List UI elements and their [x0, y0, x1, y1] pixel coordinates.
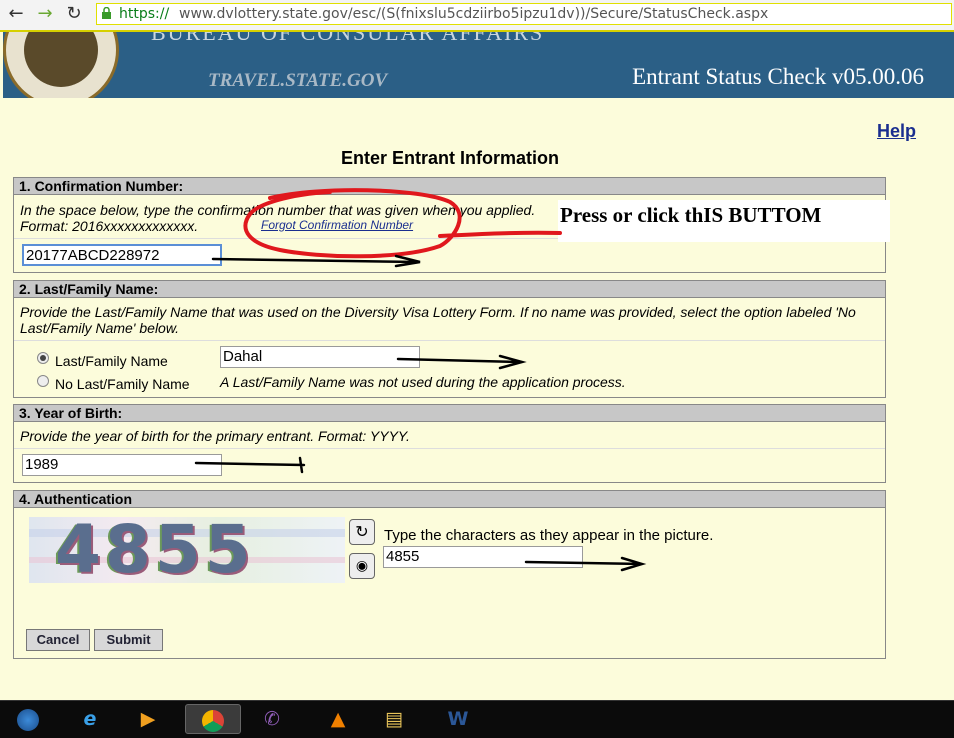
refresh-icon: ↻ [355, 522, 369, 541]
confirmation-number-input[interactable]: 20177ABCD228972 [22, 244, 222, 266]
windows-start-icon[interactable] [8, 704, 48, 734]
audio-icon: ◉ [355, 558, 369, 574]
refresh-captcha-button[interactable]: ↻ [349, 519, 375, 545]
forward-arrow-icon[interactable]: → [35, 4, 55, 24]
file-explorer-icon[interactable]: ▤ [374, 704, 414, 734]
bureau-title: BUREAU OF CONSULAR AFFAIRS [151, 32, 545, 45]
travel-state-gov-logo[interactable]: TRAVEL.STATE.GOV [208, 70, 387, 92]
section-header: 4. Authentication [14, 491, 885, 508]
url-scheme: https:// [119, 6, 170, 22]
back-arrow-icon[interactable]: ← [6, 4, 26, 24]
forgot-confirmation-link[interactable]: Forgot Confirmation Number [261, 218, 413, 232]
year-of-birth-input[interactable]: 1989 [22, 454, 222, 476]
site-banner: BUREAU OF CONSULAR AFFAIRS TRAVEL.STATE.… [3, 32, 954, 98]
internet-explorer-icon[interactable]: e [70, 704, 110, 734]
lock-icon [102, 7, 111, 19]
instruction-text: In the space below, type the confirmatio… [20, 202, 536, 218]
help-link[interactable]: Help [877, 121, 916, 142]
instruction-text: Provide the year of birth for the primar… [20, 428, 410, 444]
last-name-radio-label[interactable]: Last/Family Name [55, 353, 168, 369]
year-of-birth-section: 3. Year of Birth: Provide the year of bi… [13, 404, 886, 483]
captcha-image: 4855 [29, 517, 345, 583]
no-last-name-note: A Last/Family Name was not used during t… [220, 374, 626, 390]
word-icon[interactable]: W [438, 704, 478, 734]
submit-button[interactable]: Submit [94, 629, 163, 651]
browser-toolbar: ← → ↻ https:// www.dvlottery.state.gov/e… [0, 0, 954, 32]
app-title: Entrant Status Check v05.00.06 [632, 64, 924, 89]
windows-taskbar: e ▶ ✆ ▲ ▤ W [0, 700, 954, 738]
last-name-section: 2. Last/Family Name: Provide the Last/Fa… [13, 280, 886, 398]
viber-icon[interactable]: ✆ [252, 704, 292, 734]
instruction-text: Provide the Last/Family Name that was us… [20, 304, 856, 320]
vlc-icon[interactable]: ▲ [318, 704, 358, 734]
address-bar[interactable]: https:// www.dvlottery.state.gov/esc/(S(… [96, 3, 952, 25]
captcha-input[interactable]: 4855 [383, 546, 583, 568]
format-text: Format: 2016xxxxxxxxxxxxx. [20, 218, 199, 234]
annotation-note: Press or click thIS BUTTOM [558, 200, 890, 242]
captcha-text: 4855 [55, 517, 255, 583]
instruction-text-continued: Last/Family Name' below. [20, 320, 180, 336]
audio-captcha-button[interactable]: ◉ [349, 553, 375, 579]
captcha-prompt: Type the characters as they appear in th… [384, 527, 714, 544]
section-header: 1. Confirmation Number: [14, 178, 885, 195]
no-last-name-radio[interactable] [37, 375, 49, 387]
last-name-input[interactable]: Dahal [220, 346, 420, 368]
no-last-name-radio-label[interactable]: No Last/Family Name [55, 376, 190, 392]
section-header: 3. Year of Birth: [14, 405, 885, 422]
last-name-radio[interactable] [37, 352, 49, 364]
reload-icon[interactable]: ↻ [64, 4, 84, 24]
chrome-icon[interactable] [185, 704, 241, 734]
cancel-button[interactable]: Cancel [26, 629, 90, 651]
authentication-section: 4. Authentication 4855 ↻ ◉ Type the char… [13, 490, 886, 659]
section-header: 2. Last/Family Name: [14, 281, 885, 298]
media-player-icon[interactable]: ▶ [128, 704, 168, 734]
state-department-seal [3, 32, 119, 98]
url-path: www.dvlottery.state.gov/esc/(S(fnixslu5c… [179, 6, 769, 22]
page-title: Enter Entrant Information [340, 148, 559, 168]
